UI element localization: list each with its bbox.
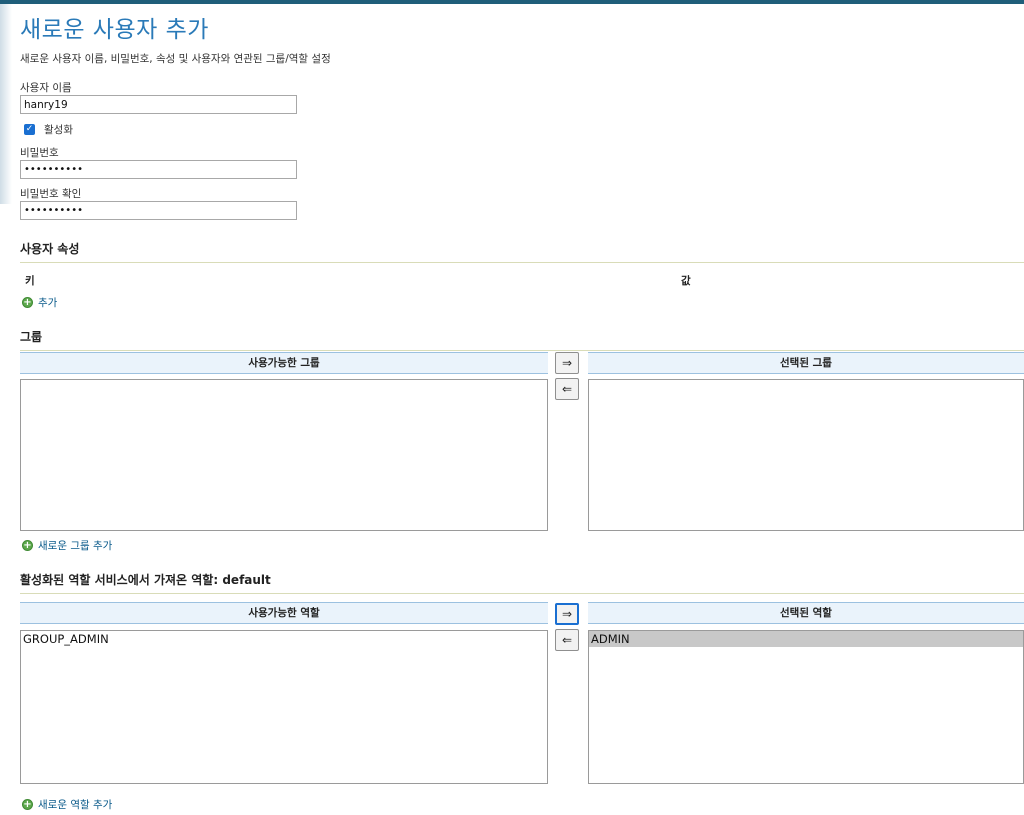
attribute-value-header: 값 — [681, 275, 691, 287]
password-input[interactable] — [20, 160, 297, 179]
selected-groups-header: 선택된 그룹 — [588, 352, 1024, 374]
left-shade — [0, 4, 12, 204]
password-label: 비밀번호 — [20, 147, 59, 159]
add-circle-icon: + — [22, 297, 33, 308]
password-confirm-label: 비밀번호 확인 — [20, 188, 82, 200]
add-role-arrow-button[interactable]: ⇒ — [555, 603, 579, 625]
page-title: 새로운 사용자 추가 — [20, 17, 209, 43]
available-groups-list[interactable] — [20, 379, 548, 531]
add-group-link[interactable]: + 새로운 그룹 추가 — [22, 538, 112, 553]
selected-roles-header: 선택된 역할 — [588, 602, 1024, 624]
username-label: 사용자 이름 — [20, 82, 72, 94]
password-confirm-input[interactable] — [20, 201, 297, 220]
available-roles-header: 사용가능한 역할 — [20, 602, 548, 624]
role-service-name: default — [222, 573, 271, 587]
add-role-link[interactable]: + 새로운 역할 추가 — [22, 797, 112, 812]
add-attribute-label: 추가 — [38, 297, 58, 309]
add-circle-icon: + — [22, 540, 33, 551]
roles-title-prefix: 활성화된 역할 서비스에서 가져온 역할: — [20, 573, 223, 587]
add-group-label: 새로운 그룹 추가 — [38, 540, 113, 552]
add-attribute-link[interactable]: + 추가 — [22, 295, 57, 310]
roles-title: 활성화된 역할 서비스에서 가져온 역할: default — [20, 571, 1024, 594]
selected-roles-list[interactable]: ADMIN — [588, 630, 1024, 784]
add-role-label: 새로운 역할 추가 — [38, 799, 113, 811]
enabled-checkbox[interactable]: ✓ — [24, 124, 35, 135]
selected-groups-list[interactable] — [588, 379, 1024, 531]
groups-title: 그룹 — [20, 328, 1024, 351]
add-group-arrow-button[interactable]: ⇒ — [555, 352, 579, 374]
page-description: 새로운 사용자 이름, 비밀번호, 속성 및 사용자와 연관된 그룹/역할 설정 — [20, 53, 331, 65]
available-groups-header: 사용가능한 그룹 — [20, 352, 548, 374]
add-circle-icon: + — [22, 799, 33, 810]
available-roles-list[interactable]: GROUP_ADMIN — [20, 630, 548, 784]
attribute-key-header: 키 — [25, 275, 35, 287]
user-attributes-title: 사용자 속성 — [20, 240, 1024, 263]
enabled-checkbox-row[interactable]: ✓ 활성화 — [24, 122, 73, 137]
username-input[interactable] — [20, 95, 297, 114]
selected-role-option[interactable]: ADMIN — [589, 631, 1023, 647]
remove-role-arrow-button[interactable]: ⇐ — [555, 629, 579, 651]
enabled-label: 활성화 — [44, 124, 73, 136]
top-bar — [0, 0, 1024, 4]
remove-group-arrow-button[interactable]: ⇐ — [555, 378, 579, 400]
available-role-option[interactable]: GROUP_ADMIN — [21, 631, 547, 647]
